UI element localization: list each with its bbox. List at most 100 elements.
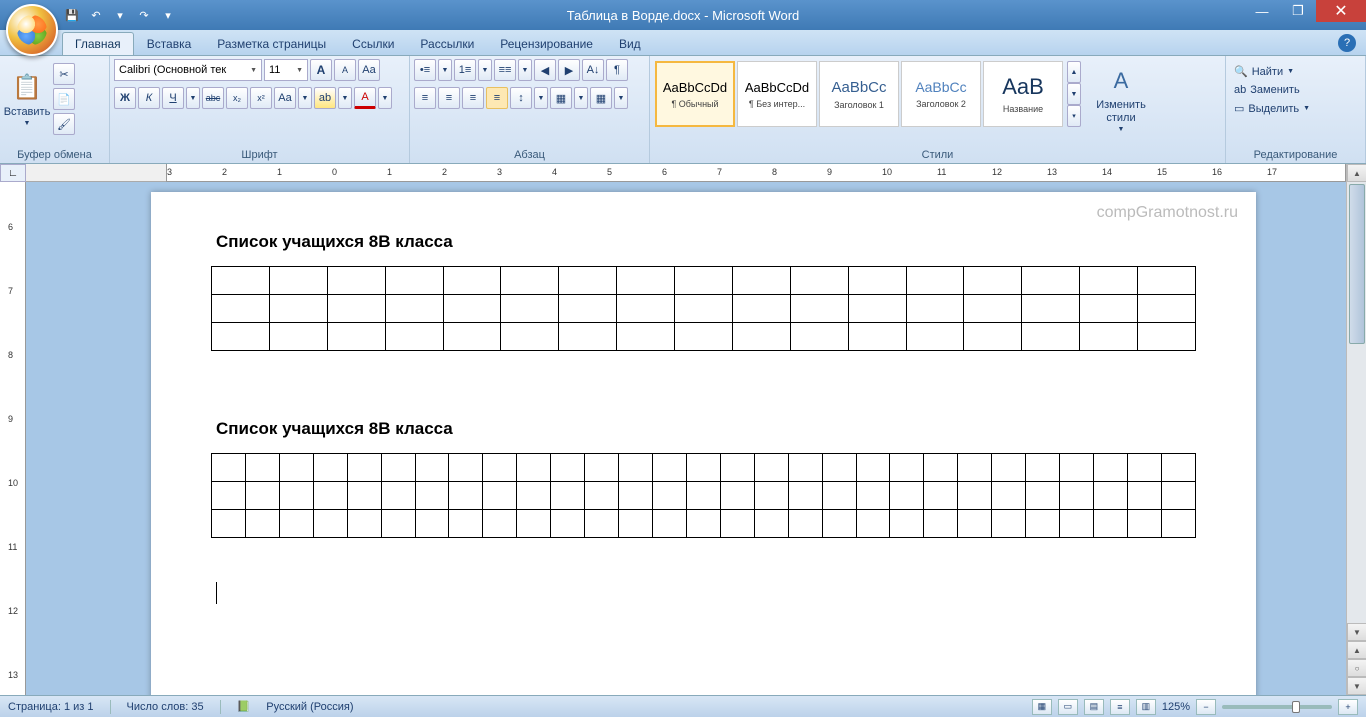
cell[interactable] — [517, 454, 551, 482]
decrease-indent-button[interactable]: ◀ — [534, 59, 556, 81]
cell[interactable] — [483, 454, 517, 482]
view-outline[interactable]: ≡ — [1110, 699, 1130, 715]
cell[interactable] — [385, 295, 443, 323]
cell[interactable] — [822, 454, 856, 482]
cell[interactable] — [1093, 454, 1127, 482]
numbering-drop[interactable]: ▼ — [478, 59, 492, 81]
cell[interactable] — [381, 510, 415, 538]
cell[interactable] — [517, 510, 551, 538]
view-web[interactable]: ▤ — [1084, 699, 1104, 715]
cell[interactable] — [890, 510, 924, 538]
cell[interactable] — [483, 510, 517, 538]
cell[interactable] — [652, 482, 686, 510]
cell[interactable] — [1080, 267, 1138, 295]
font-size-combo[interactable]: 11▼ — [264, 59, 308, 81]
cell[interactable] — [992, 510, 1026, 538]
qat-undo-drop-icon[interactable]: ▾ — [110, 5, 130, 25]
vertical-scrollbar[interactable]: ▲ ▼ ▲ ○ ▼ — [1346, 164, 1366, 695]
format-painter-button[interactable]: 🖌 — [53, 113, 75, 135]
cell[interactable] — [964, 323, 1022, 351]
view-draft[interactable]: ▥ — [1136, 699, 1156, 715]
cell[interactable] — [279, 454, 313, 482]
cell[interactable] — [212, 454, 246, 482]
cell[interactable] — [848, 267, 906, 295]
cell[interactable] — [732, 267, 790, 295]
cell[interactable] — [1080, 295, 1138, 323]
cell[interactable] — [754, 510, 788, 538]
ruler-corner[interactable]: ∟ — [0, 164, 26, 182]
document-area[interactable]: compGramotnost.ru Список учащихся 8В кла… — [26, 182, 1346, 695]
cell[interactable] — [856, 510, 890, 538]
cell[interactable] — [788, 482, 822, 510]
clear-format-button[interactable]: Aa — [358, 59, 380, 81]
cell[interactable] — [269, 295, 327, 323]
cell[interactable] — [1093, 510, 1127, 538]
scroll-down-button[interactable]: ▼ — [1347, 623, 1366, 641]
font-color-button[interactable]: A — [354, 87, 376, 109]
cell[interactable] — [720, 510, 754, 538]
sort-button[interactable]: A↓ — [582, 59, 604, 81]
shrink-font-button[interactable]: A — [334, 59, 356, 81]
cell[interactable] — [848, 295, 906, 323]
cell[interactable] — [732, 295, 790, 323]
cell[interactable] — [1022, 267, 1080, 295]
tab-mailings[interactable]: Рассылки — [407, 32, 487, 55]
change-case-button[interactable]: Aa — [274, 87, 296, 109]
tab-insert[interactable]: Вставка — [134, 32, 205, 55]
cell[interactable] — [790, 267, 848, 295]
bold-button[interactable]: Ж — [114, 87, 136, 109]
replace-button[interactable]: abЗаменить — [1230, 82, 1304, 98]
cell[interactable] — [1026, 454, 1060, 482]
strike-button[interactable]: abc — [202, 87, 224, 109]
cell[interactable] — [212, 510, 246, 538]
tab-review[interactable]: Рецензирование — [487, 32, 606, 55]
increase-indent-button[interactable]: ▶ — [558, 59, 580, 81]
cell[interactable] — [1161, 482, 1195, 510]
table-1[interactable] — [211, 266, 1196, 351]
cell[interactable] — [788, 454, 822, 482]
cell[interactable] — [992, 482, 1026, 510]
cell[interactable] — [675, 295, 733, 323]
shading-drop[interactable]: ▼ — [574, 87, 588, 109]
cell[interactable] — [720, 454, 754, 482]
heading-1[interactable]: Список учащихся 8В класса — [216, 232, 1196, 252]
font-color-drop[interactable]: ▼ — [378, 87, 392, 109]
style-item-4[interactable]: AaBНазвание — [983, 61, 1063, 127]
office-button[interactable] — [6, 4, 58, 56]
cell[interactable] — [483, 482, 517, 510]
zoom-handle[interactable] — [1292, 701, 1300, 713]
cell[interactable] — [822, 482, 856, 510]
cell[interactable] — [790, 295, 848, 323]
style-item-0[interactable]: AaBbCcDd¶ Обычный — [655, 61, 735, 127]
cell[interactable] — [924, 454, 958, 482]
cell[interactable] — [212, 267, 270, 295]
cell[interactable] — [551, 482, 585, 510]
paste-button[interactable]: 📋 Вставить ▼ — [4, 59, 50, 139]
cell[interactable] — [652, 454, 686, 482]
qat-customize-icon[interactable]: ▾ — [158, 5, 178, 25]
cell[interactable] — [617, 295, 675, 323]
cell[interactable] — [906, 295, 964, 323]
styles-up[interactable]: ▲ — [1067, 61, 1081, 83]
cell[interactable] — [385, 323, 443, 351]
zoom-slider[interactable] — [1222, 705, 1332, 709]
cell[interactable] — [381, 482, 415, 510]
style-item-3[interactable]: AaBbCcЗаголовок 2 — [901, 61, 981, 127]
qat-redo-icon[interactable]: ↷ — [134, 5, 154, 25]
table-2[interactable] — [211, 453, 1196, 538]
cell[interactable] — [617, 267, 675, 295]
cell[interactable] — [958, 482, 992, 510]
status-language[interactable]: Русский (Россия) — [266, 701, 353, 713]
cell[interactable] — [1093, 482, 1127, 510]
select-button[interactable]: ▭Выделить ▼ — [1230, 100, 1314, 117]
cell[interactable] — [1060, 510, 1094, 538]
cell[interactable] — [313, 510, 347, 538]
superscript-button[interactable]: x² — [250, 87, 272, 109]
grow-font-button[interactable]: A — [310, 59, 332, 81]
cell[interactable] — [313, 454, 347, 482]
cell[interactable] — [686, 510, 720, 538]
view-full-screen[interactable]: ▭ — [1058, 699, 1078, 715]
cell[interactable] — [856, 482, 890, 510]
cell[interactable] — [992, 454, 1026, 482]
cut-button[interactable]: ✂ — [53, 63, 75, 85]
